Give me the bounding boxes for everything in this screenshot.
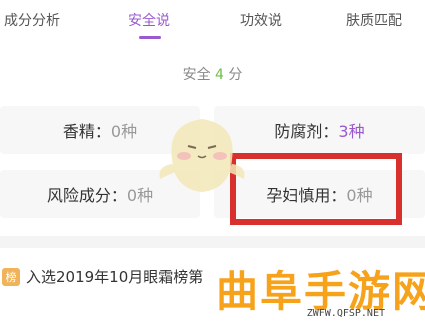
card-count: 0种 xyxy=(110,122,138,141)
tab-ingredient-analysis[interactable]: 成分分析 xyxy=(4,10,60,30)
tab-skin-match[interactable]: 肤质匹配 xyxy=(346,10,402,30)
watermark-url: ZWFW.QFSP.NET xyxy=(306,308,385,319)
score-prefix: 安全 xyxy=(182,67,211,83)
ranking-badge: 榜 xyxy=(2,268,20,286)
highlight-box xyxy=(230,153,402,225)
card-count: 0种 xyxy=(126,186,154,205)
ranking-text[interactable]: 入选2019年10月眼霜榜第 xyxy=(26,266,203,287)
tab-efficacy[interactable]: 功效说 xyxy=(240,10,282,30)
tab-safety[interactable]: 安全说 xyxy=(128,10,170,30)
score-value: 4 xyxy=(215,67,224,83)
card-label: 香精： xyxy=(62,122,111,141)
score-suffix: 分 xyxy=(228,67,243,83)
card-label: 风险成分： xyxy=(46,186,127,205)
card-count: 3种 xyxy=(338,122,365,141)
mascot-icon xyxy=(159,119,245,192)
tab-bar: 成分分析 安全说 功效说 肤质匹配 xyxy=(0,0,425,44)
active-tab-indicator xyxy=(139,36,161,39)
safety-score: 安全 4 分 xyxy=(0,64,425,84)
card-label: 防腐剂： xyxy=(274,122,339,141)
